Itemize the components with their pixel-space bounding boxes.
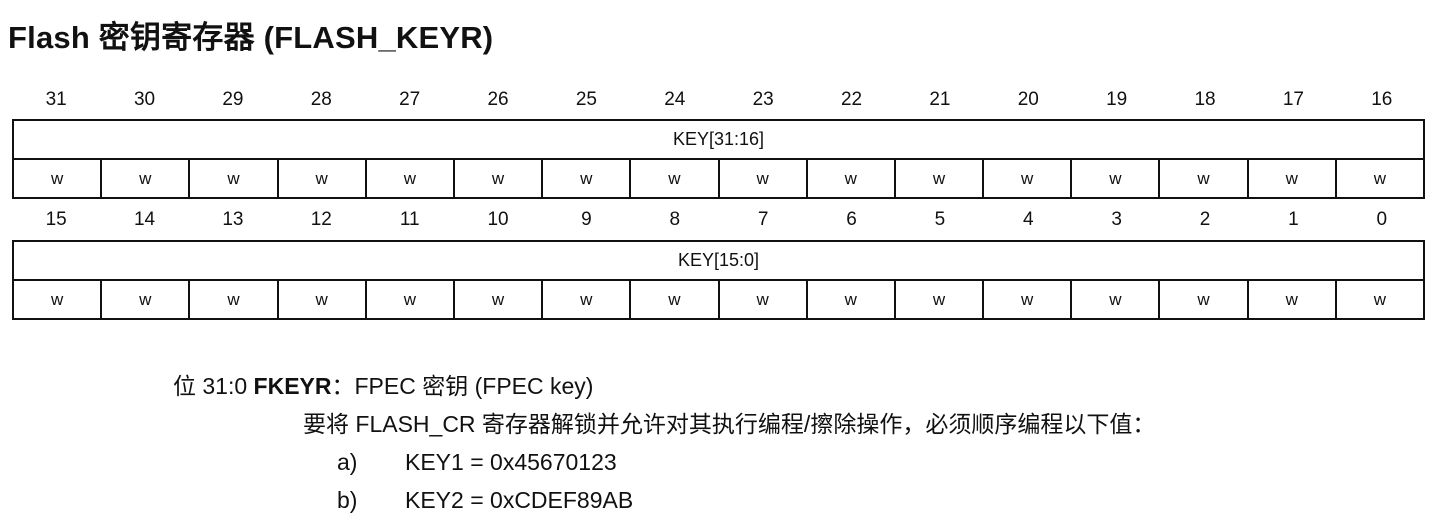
register-upper: KEY[31:16] w w w w w w w w w w w w w w w…	[12, 119, 1425, 199]
bit-number: 2	[1199, 209, 1211, 230]
access-cell: w	[364, 160, 453, 197]
bit-number: 11	[399, 209, 420, 230]
access-cell: w	[805, 281, 894, 318]
access-cell: w	[982, 160, 1070, 197]
access-cell: w	[1070, 160, 1158, 197]
access-cell: w	[893, 160, 982, 197]
item-label: a)	[337, 449, 358, 475]
key-item: b) KEY2 = 0xCDEF89AB	[173, 484, 1155, 522]
bit-number: 12	[310, 209, 332, 230]
access-cell: w	[100, 160, 188, 197]
access-cell: w	[1246, 281, 1335, 318]
access-cell: w	[100, 281, 188, 318]
access-cell: w	[805, 160, 894, 197]
access-cell: w	[452, 281, 541, 318]
access-cell: w	[364, 281, 453, 318]
bit-number: 27	[399, 89, 421, 110]
access-cell: w	[717, 281, 806, 318]
bit-number: 6	[846, 209, 857, 230]
bit-number: 18	[1194, 89, 1216, 110]
access-cell: w	[629, 281, 717, 318]
field-name: FKEYR	[253, 373, 332, 399]
access-cell: w	[1246, 160, 1335, 197]
bit-number: 0	[1376, 209, 1388, 230]
bit-number: 21	[929, 89, 951, 110]
access-cell: w	[50, 290, 64, 309]
field-title: ：FPEC 密钥 (FPEC key)	[331, 373, 594, 399]
item-value: KEY2 = 0xCDEF89AB	[405, 487, 634, 513]
page-title: Flash 密钥寄存器 (FLASH_KEYR)	[8, 20, 494, 55]
bit-number: 23	[752, 89, 774, 110]
field-key-high: KEY[31:16]	[14, 121, 1423, 160]
bit-number: 5	[934, 209, 946, 230]
access-row-lower: w w w w w w w w w w w w w w w w	[14, 281, 1423, 318]
access-cell: w	[629, 160, 717, 197]
bit-number: 29	[222, 89, 244, 110]
bit-number: 16	[1371, 89, 1393, 110]
bit-number: 19	[1106, 89, 1128, 110]
bit-number: 9	[581, 209, 592, 230]
access-cell: w	[452, 160, 541, 197]
bit-number: 28	[310, 89, 332, 110]
access-cell: w	[1158, 281, 1246, 318]
bit-number: 3	[1111, 209, 1122, 230]
bit-number: 30	[133, 89, 156, 110]
register-lower: KEY[15:0] w w w w w w w w w w w w w w w …	[12, 240, 1425, 320]
bit-number: 31	[45, 89, 67, 110]
bit-number: 13	[222, 209, 244, 230]
bit-number: 15	[45, 209, 67, 230]
access-row-upper: w w w w w w w w w w w w w w w w	[14, 160, 1423, 197]
bit-number: 4	[1023, 209, 1034, 230]
bit-number: 1	[1288, 209, 1299, 230]
access-cell: w	[541, 160, 629, 197]
access-cell: w	[276, 160, 365, 197]
access-cell: w	[1158, 160, 1246, 197]
access-cell: w	[893, 281, 982, 318]
bit-numbers-lower: 15 14 13 12 11 10 9 8 7 6 5 4 3 2 1 0	[12, 205, 1426, 235]
access-cell: w	[1334, 281, 1423, 318]
bit-number: 8	[669, 209, 681, 230]
description-heading: 位 31:0 FKEYR：FPEC 密钥 (FPEC key)	[173, 370, 1155, 408]
access-cell: w	[1334, 160, 1423, 197]
item-value: KEY1 = 0x45670123	[405, 449, 617, 475]
bit-number: 20	[1017, 89, 1039, 110]
bit-number: 25	[575, 89, 597, 110]
description-text: 要将 FLASH_CR 寄存器解锁并允许对其执行编程/擦除操作，必须顺序编程以下…	[303, 411, 1156, 437]
access-cell: w	[276, 281, 365, 318]
bit-number: 22	[840, 89, 863, 110]
bit-number: 10	[487, 209, 509, 230]
access-cell: w	[717, 160, 806, 197]
access-cell: w	[50, 169, 64, 188]
bit-numbers-upper: 31 30 29 28 27 26 25 24 23 22 21 20 19 1…	[12, 85, 1426, 115]
access-cell: w	[188, 281, 276, 318]
bit-range: 位 31:0	[173, 373, 248, 399]
bit-number: 7	[757, 209, 769, 230]
bit-description: 位 31:0 FKEYR：FPEC 密钥 (FPEC key) 要将 FLASH…	[173, 370, 1155, 522]
key-item: a) KEY1 = 0x45670123	[173, 446, 1155, 484]
bit-number: 17	[1282, 89, 1304, 110]
access-cell: w	[188, 160, 276, 197]
access-cell: w	[982, 281, 1070, 318]
field-key-low: KEY[15:0]	[14, 242, 1423, 281]
bit-number: 14	[133, 209, 156, 230]
access-cell: w	[1070, 281, 1158, 318]
access-cell: w	[541, 281, 629, 318]
item-label: b)	[337, 487, 358, 513]
bit-number: 26	[487, 89, 509, 110]
bit-number: 24	[664, 89, 686, 110]
